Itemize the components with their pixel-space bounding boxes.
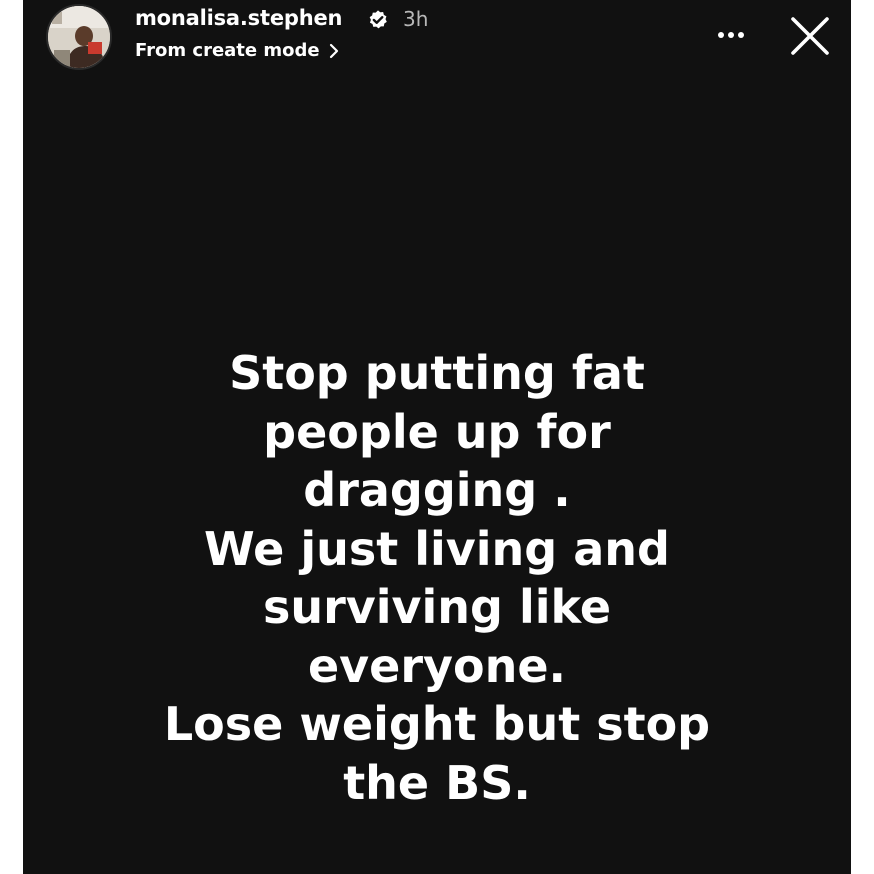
screenshot-frame: monalisa.stephen 3h From create mode Sto…: [0, 0, 874, 874]
story-viewer[interactable]: monalisa.stephen 3h From create mode Sto…: [23, 0, 851, 874]
story-text-line: everyone.: [307, 638, 567, 693]
story-text-line: dragging .: [303, 463, 571, 517]
avatar-photo-icon: [48, 6, 110, 68]
create-mode-label: From create mode: [135, 40, 320, 61]
close-icon[interactable]: [787, 13, 833, 59]
verified-badge-icon: [369, 10, 387, 29]
profile-avatar[interactable]: [46, 4, 112, 70]
story-text-line: people up for: [263, 404, 611, 459]
story-text-line: surviving like: [262, 580, 612, 634]
chevron-right-icon: [329, 43, 338, 58]
story-text-line: Lose weight but stop: [163, 697, 711, 751]
story-header: monalisa.stephen 3h From create mode: [23, 0, 851, 80]
username[interactable]: monalisa.stephen: [135, 6, 342, 30]
post-time: 3h: [403, 7, 429, 31]
story-text-line: Stop putting fat: [229, 346, 645, 400]
more-horizontal-icon[interactable]: [711, 22, 751, 46]
story-text-line: We just living and: [204, 521, 670, 576]
story-text-line: the BS.: [343, 755, 531, 810]
create-mode-link[interactable]: From create mode: [135, 40, 340, 61]
story-text: Stop putting fat people up for dragging …: [23, 344, 851, 812]
